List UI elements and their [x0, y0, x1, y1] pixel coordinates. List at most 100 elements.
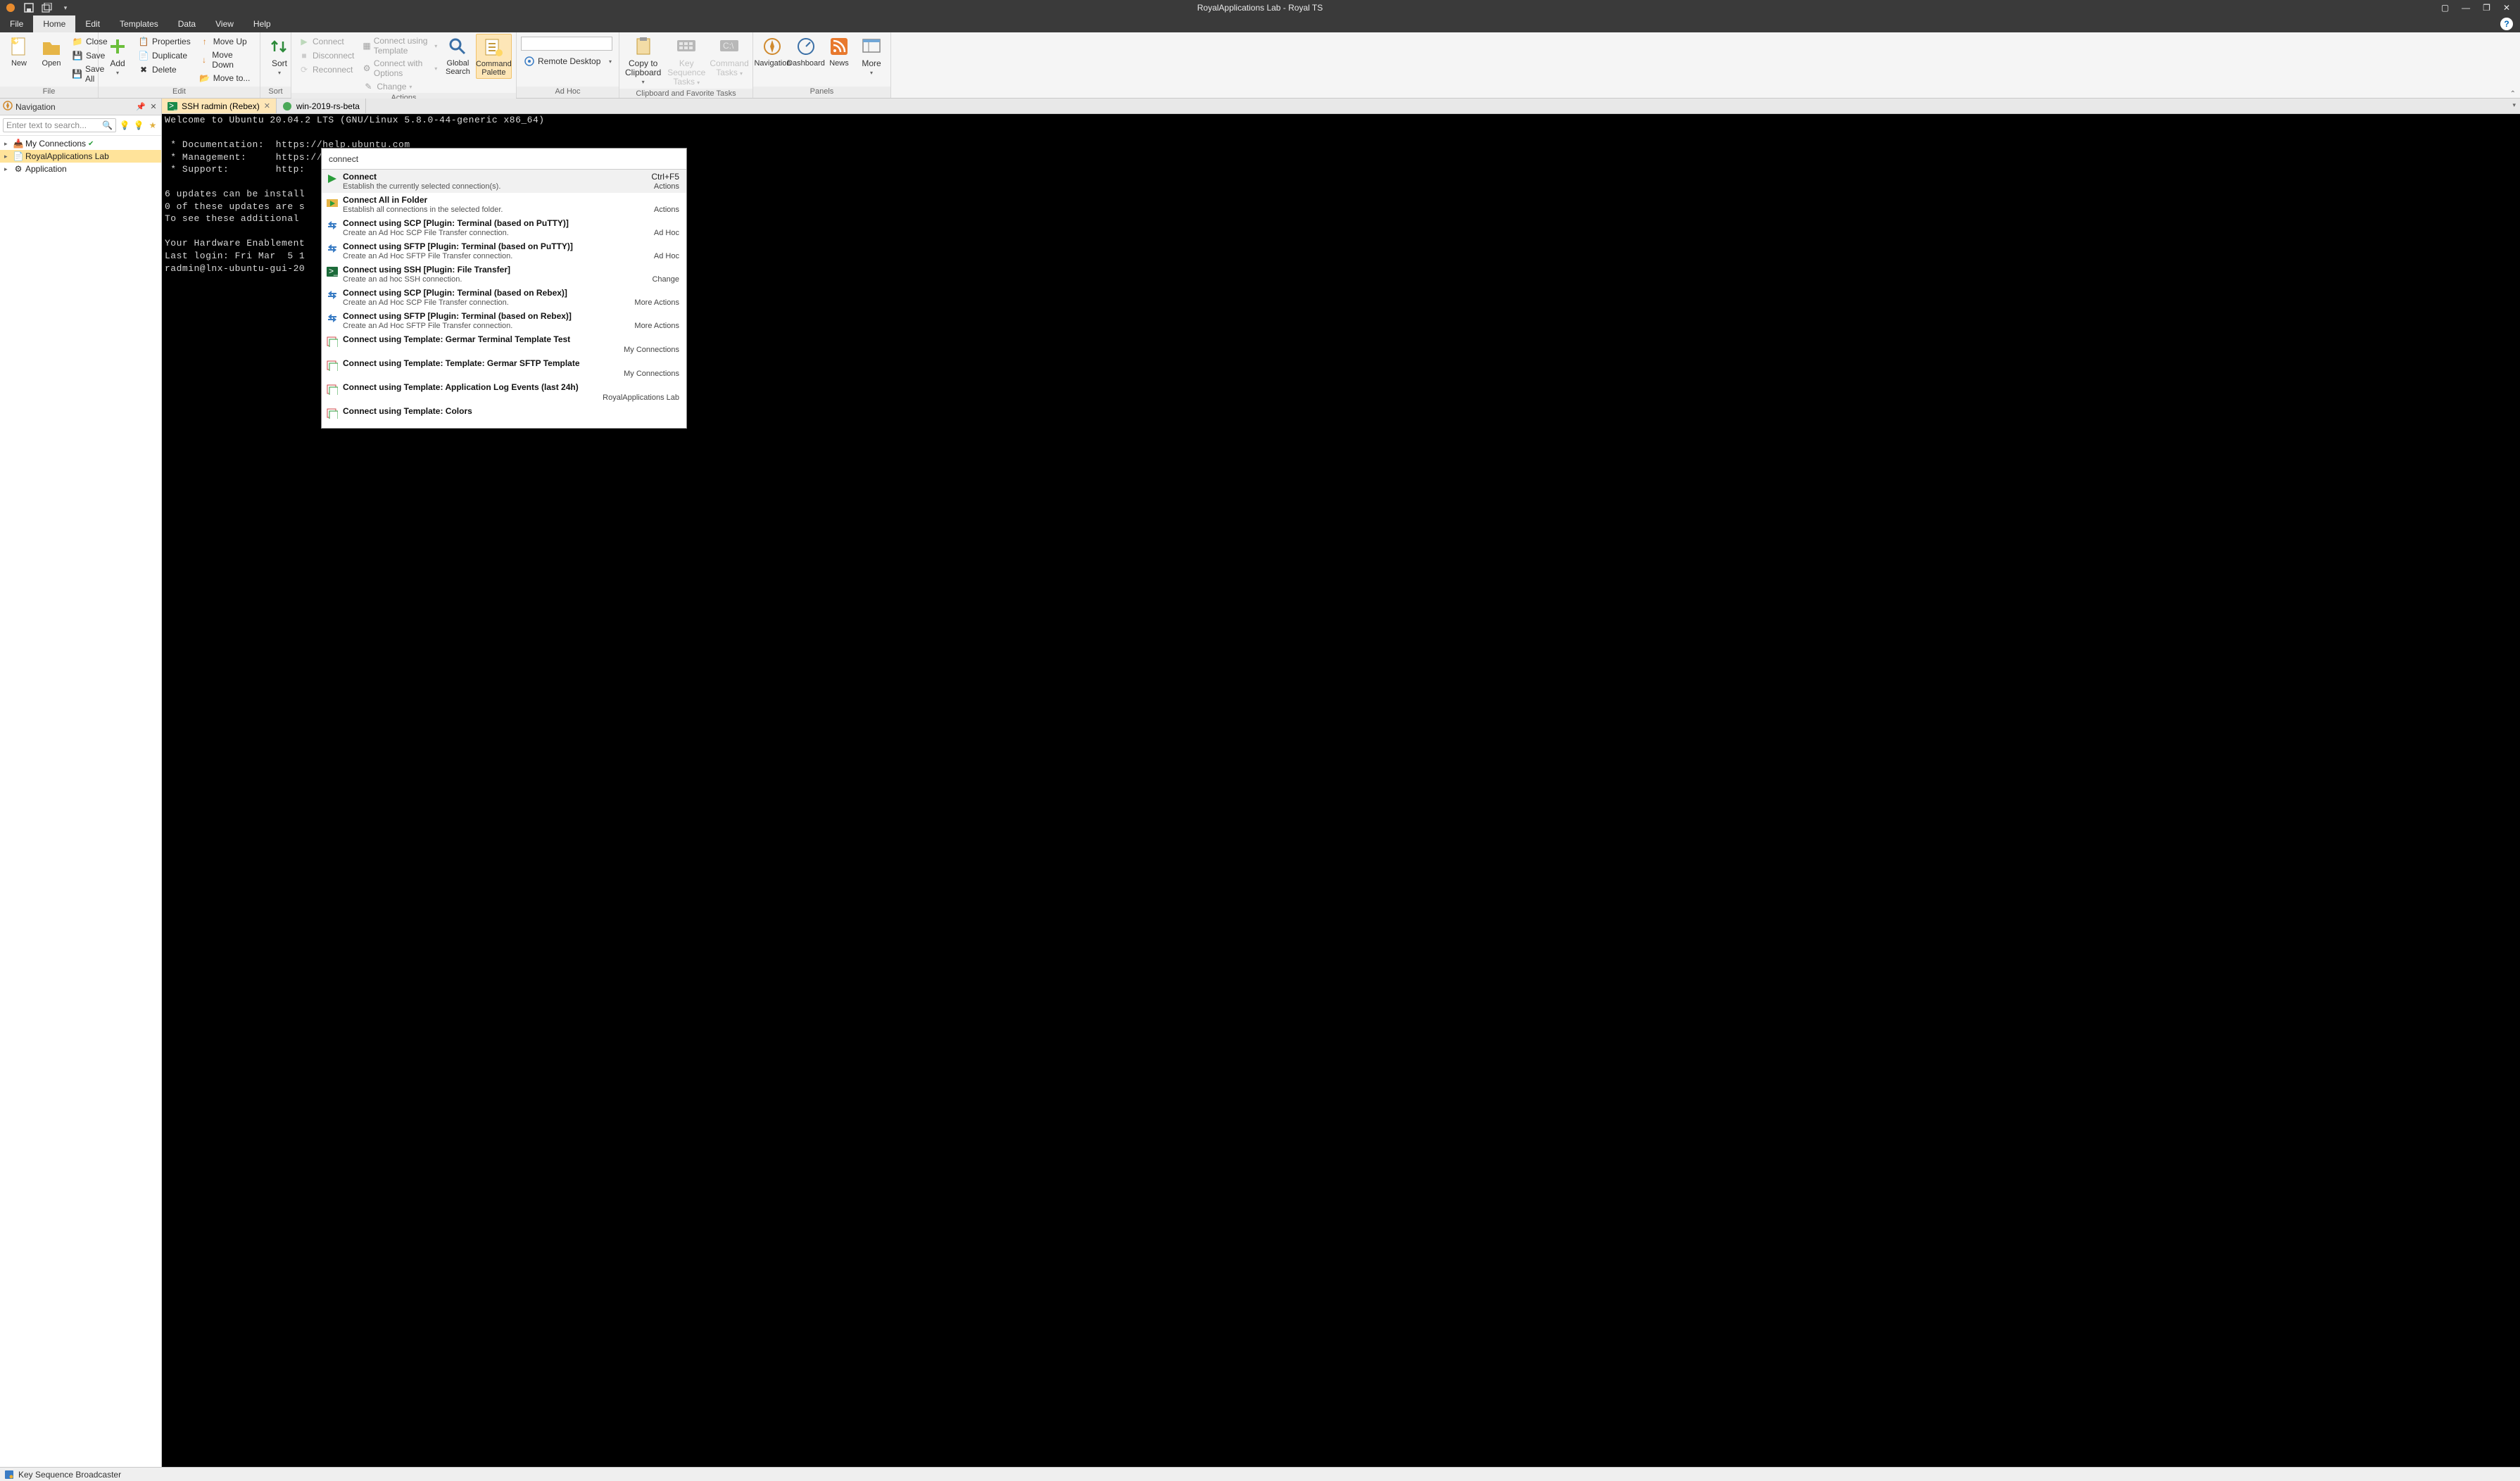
save-icon[interactable] — [23, 1, 35, 14]
add-button[interactable]: Add▾ — [103, 34, 132, 78]
qat-dropdown-icon[interactable]: ▾ — [59, 1, 72, 14]
help-icon[interactable]: ? — [2500, 18, 2513, 30]
move-up-button[interactable]: ↑Move Up — [196, 35, 256, 48]
chevron-down-icon: ▾ — [278, 70, 281, 76]
tabstrip-dropdown-icon[interactable]: ▾ — [2512, 101, 2516, 109]
close-icon[interactable]: ✕ — [149, 102, 158, 111]
tab-file[interactable]: File — [0, 15, 33, 32]
expand-icon[interactable]: ▸ — [4, 140, 11, 148]
connect-button[interactable]: ▶Connect — [296, 35, 357, 48]
palette-row-title: Connect using SFTP [Plugin: Terminal (ba… — [343, 311, 679, 321]
key-sequence-tasks-label: Key Sequence Tasks ▾ — [664, 59, 709, 87]
close-icon[interactable]: ✕ — [264, 101, 270, 111]
panels-icon — [860, 35, 883, 58]
palette-row-title: Connect using Template: Germar Terminal … — [343, 334, 679, 344]
expand-icon[interactable]: ▸ — [4, 165, 11, 173]
change-button[interactable]: ✎Change ▾ — [360, 80, 440, 93]
save-all-icon: 💾 — [72, 68, 82, 80]
save-icon: 💾 — [72, 50, 83, 61]
palette-row[interactable]: Connect using Template: Template: Germar… — [322, 356, 686, 380]
duplicate-button[interactable]: 📄Duplicate — [135, 49, 194, 62]
rdp-icon — [282, 101, 292, 111]
search-input[interactable]: Enter text to search... 🔍 — [3, 118, 116, 132]
ribbon-collapse-icon[interactable]: ⌃ — [2510, 90, 2516, 98]
palette-row[interactable]: Connect All in FolderEstablish all conne… — [322, 193, 686, 216]
palette-row-title: Connect using Template: Template: Germar… — [343, 358, 679, 368]
palette-row[interactable]: Connect using SFTP [Plugin: Terminal (ba… — [322, 239, 686, 263]
ribbon-tabs: File Home Edit Templates Data View Help … — [0, 15, 2520, 32]
document-icon: 📄 — [13, 151, 23, 161]
tree-item-application[interactable]: ▸ ⚙ Application — [0, 163, 161, 175]
panel-toggle-icon[interactable]: ▢ — [2441, 3, 2449, 13]
folder-play-icon — [326, 196, 339, 208]
workspace: Navigation 📌 ✕ Enter text to search... 🔍… — [0, 99, 2520, 1467]
pin-icon[interactable]: 📌 — [136, 102, 146, 111]
tab-help[interactable]: Help — [244, 15, 281, 32]
palette-row-category: Actions — [654, 182, 679, 191]
lightbulb-icon[interactable]: 💡 — [119, 120, 130, 131]
tree-item-label: My Connections — [25, 139, 86, 149]
palette-row[interactable]: Connect using SCP [Plugin: Terminal (bas… — [322, 216, 686, 239]
palette-row[interactable]: ConnectCtrl+F5Establish the currently se… — [322, 170, 686, 193]
palette-row[interactable]: >_Connect using SSH [Plugin: File Transf… — [322, 263, 686, 286]
copy-clipboard-button[interactable]: Copy to Clipboard ▾ — [624, 34, 662, 87]
ribbon-group-file: ✦ New Open 📁Close 💾Save 💾Save All File — [0, 32, 99, 98]
palette-search-text: connect — [329, 154, 358, 164]
command-tasks-label: Command Tasks ▾ — [710, 59, 749, 77]
doc-tab-win2019[interactable]: win-2019-rs-beta — [277, 99, 366, 113]
group-sort-label: Sort — [260, 87, 291, 98]
open-button[interactable]: Open — [37, 34, 66, 69]
palette-row[interactable]: Connect using Template: Germar Terminal … — [322, 332, 686, 356]
lightbulb-off-icon[interactable]: 💡 — [133, 120, 144, 131]
move-down-button[interactable]: ↓Move Down — [196, 49, 256, 70]
reconnect-button[interactable]: ⟳Reconnect — [296, 63, 357, 76]
palette-row[interactable]: Connect using SFTP [Plugin: Terminal (ba… — [322, 309, 686, 332]
star-icon[interactable]: ★ — [147, 120, 158, 131]
key-sequence-tasks-button[interactable]: Key Sequence Tasks ▾ — [665, 34, 707, 89]
navigation-panel-button[interactable]: Navigation — [757, 34, 788, 69]
palette-list: ConnectCtrl+F5Establish the currently se… — [322, 170, 686, 428]
tree-item-royalapplications-lab[interactable]: ▸ 📄 RoyalApplications Lab — [0, 150, 161, 163]
palette-row[interactable]: Connect using Template: Colors — [322, 404, 686, 428]
palette-row[interactable]: Connect using SCP [Plugin: Terminal (bas… — [322, 286, 686, 309]
navigation-panel-label: Navigation — [754, 59, 790, 68]
tab-data[interactable]: Data — [168, 15, 206, 32]
dashboard-button[interactable]: Dashboard — [790, 34, 821, 69]
close-icon[interactable]: ✕ — [2503, 3, 2510, 13]
news-button[interactable]: News — [824, 34, 854, 69]
copy-clipboard-label: Copy to Clipboard ▾ — [623, 59, 664, 86]
more-panels-button[interactable]: More▾ — [857, 34, 886, 78]
tab-home[interactable]: Home — [33, 15, 75, 32]
connect-options-button[interactable]: ⚙Connect with Options ▾ — [360, 58, 440, 79]
sort-button[interactable]: Sort▾ — [265, 34, 294, 78]
adhoc-address-input[interactable] — [521, 37, 612, 51]
save-all-icon[interactable] — [41, 1, 53, 14]
command-tasks-button[interactable]: C:\ Command Tasks ▾ — [710, 34, 748, 79]
minimize-icon[interactable]: — — [2462, 3, 2470, 13]
global-search-button[interactable]: Global Search — [443, 34, 472, 77]
delete-button[interactable]: ✖Delete — [135, 63, 194, 76]
tab-view[interactable]: View — [206, 15, 244, 32]
palette-row[interactable]: Connect using Template: Application Log … — [322, 380, 686, 404]
scp-icon — [326, 289, 339, 301]
tab-edit[interactable]: Edit — [75, 15, 110, 32]
expand-icon[interactable]: ▸ — [4, 153, 11, 160]
disconnect-button[interactable]: ■Disconnect — [296, 49, 357, 62]
palette-search-input[interactable]: connect — [322, 149, 686, 170]
doc-tab-ssh[interactable]: >_ SSH radmin (Rebex) ✕ — [162, 99, 277, 113]
key-sequence-broadcaster-label[interactable]: Key Sequence Broadcaster — [18, 1470, 121, 1480]
tree-item-my-connections[interactable]: ▸ 📥 My Connections ✔ — [0, 137, 161, 150]
remote-desktop-dropdown[interactable]: Remote Desktop ▾ — [521, 55, 615, 68]
palette-row-desc: Create an Ad Hoc SCP File Transfer conne… — [343, 298, 679, 307]
maximize-icon[interactable]: ❐ — [2483, 3, 2490, 13]
move-to-button[interactable]: 📂Move to... — [196, 72, 256, 84]
new-button[interactable]: ✦ New — [4, 34, 34, 69]
properties-button[interactable]: 📋Properties — [135, 35, 194, 48]
tab-templates[interactable]: Templates — [110, 15, 168, 32]
command-palette-button[interactable]: Command Palette — [476, 34, 512, 79]
connect-template-label: Connect using Template — [374, 36, 431, 56]
sftp-icon — [326, 312, 339, 324]
document-tabstrip: >_ SSH radmin (Rebex) ✕ win-2019-rs-beta… — [162, 99, 2520, 114]
connect-template-button[interactable]: ▦Connect using Template ▾ — [360, 35, 440, 56]
command-palette: connect ConnectCtrl+F5Establish the curr… — [321, 148, 687, 429]
